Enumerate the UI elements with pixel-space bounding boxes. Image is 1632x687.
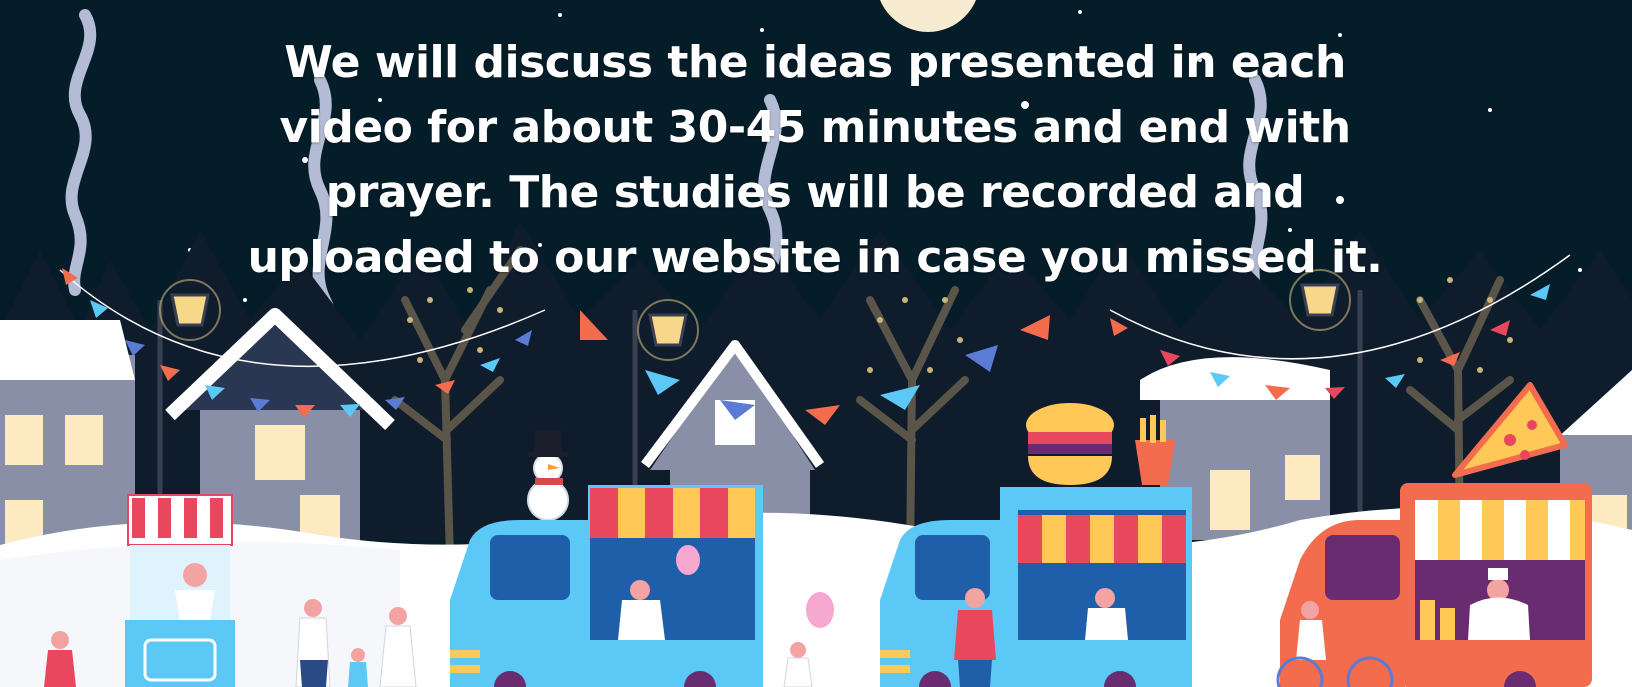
winter-festival-banner: We will discuss the ideas presented in e… [0, 0, 1632, 687]
moon [880, 0, 976, 32]
event-description: We will discuss the ideas presented in e… [247, 37, 1383, 283]
ice-cream-stand [125, 494, 235, 687]
